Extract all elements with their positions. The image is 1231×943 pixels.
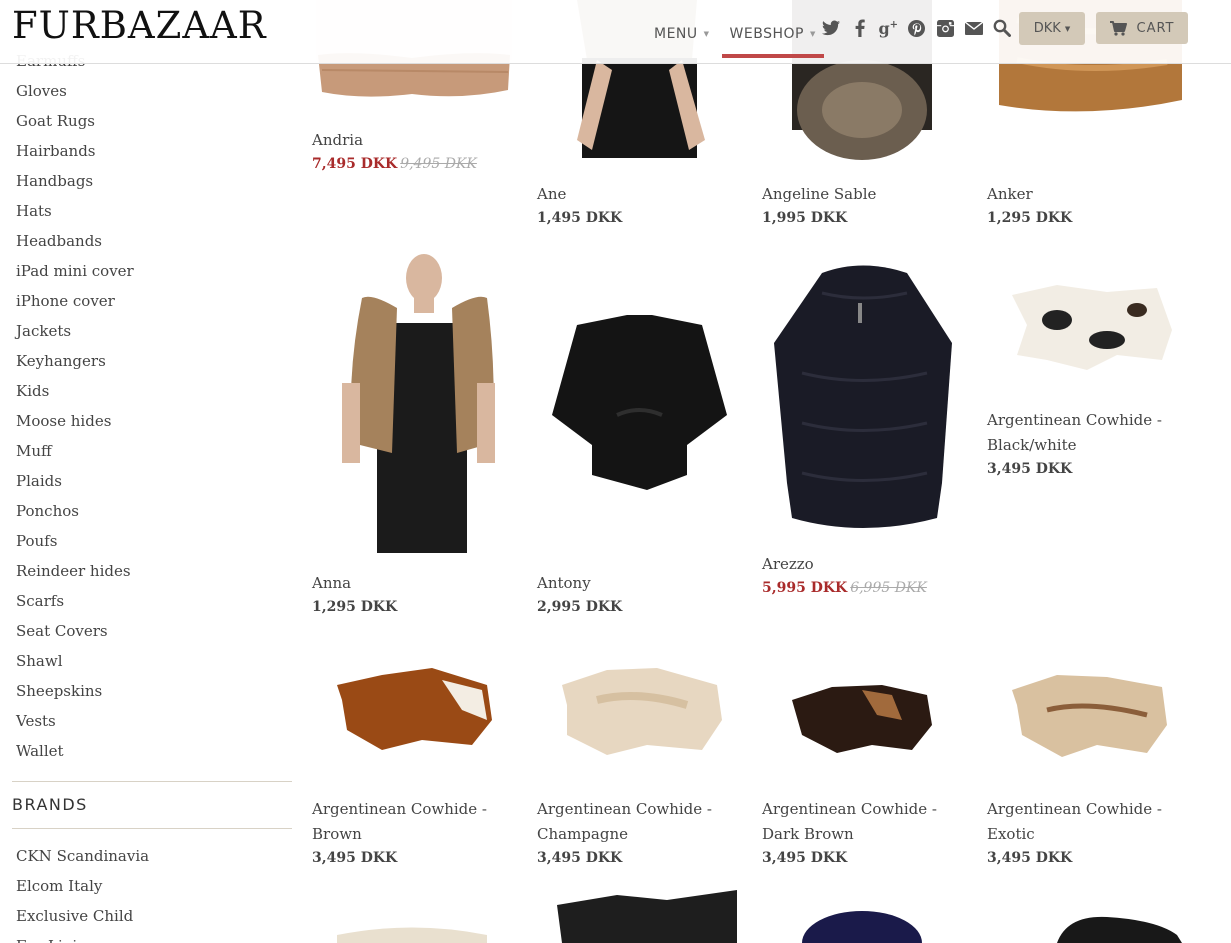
social-links: g+ (817, 18, 1017, 38)
product-price: 3,495 DKK (312, 850, 398, 866)
nav-menu-label: MENU (654, 26, 698, 42)
original-price: 6,995 DKK (850, 580, 927, 596)
category-link[interactable]: Goat Rugs (16, 106, 134, 136)
product-image[interactable] (987, 665, 1192, 765)
category-link[interactable]: Reindeer hides (16, 556, 134, 586)
mail-icon[interactable] (960, 18, 989, 38)
product-image[interactable] (537, 305, 742, 495)
product-name[interactable]: Argentinean Cowhide - Exotic (987, 797, 1197, 847)
category-link[interactable]: Poufs (16, 526, 134, 556)
sale-price: 5,995 DKK (762, 580, 848, 596)
brand-link[interactable]: Exclusive Child (16, 901, 149, 931)
currency-select[interactable]: DKK ▼ (1019, 12, 1085, 45)
instagram-icon[interactable] (931, 18, 960, 38)
sidebar: Earmuffs Gloves Goat Rugs Hairbands Hand… (0, 0, 300, 943)
cart-button[interactable]: CART (1096, 12, 1188, 44)
product-image[interactable] (762, 263, 967, 533)
category-link[interactable]: iPad mini cover (16, 256, 134, 286)
site-header: FURBAZAAR MENU ▼ WEBSHOP ▼ g+ DKK ▼ CART (0, 0, 1231, 64)
product-price: 1,995 DKK (762, 210, 848, 226)
product-name[interactable]: Anna (312, 571, 522, 596)
product-image[interactable] (312, 253, 517, 553)
category-link[interactable]: Moose hides (16, 406, 134, 436)
category-link[interactable]: Gloves (16, 76, 134, 106)
main-nav: MENU ▼ WEBSHOP ▼ (646, 0, 824, 64)
product-price: 1,295 DKK (987, 210, 1073, 226)
category-link[interactable]: Plaids (16, 466, 134, 496)
search-icon[interactable] (988, 18, 1017, 38)
pinterest-icon[interactable] (903, 18, 932, 38)
product-name[interactable]: Ane (537, 182, 747, 207)
category-link[interactable]: Shawl (16, 646, 134, 676)
category-link[interactable]: Vests (16, 706, 134, 736)
product-image[interactable] (987, 280, 1192, 380)
category-link[interactable]: Hats (16, 196, 134, 226)
category-link[interactable]: Scarfs (16, 586, 134, 616)
product-image[interactable] (762, 900, 967, 943)
product-name[interactable]: Argentinean Cowhide - Black/white (987, 408, 1197, 458)
caret-down-icon: ▼ (809, 30, 816, 38)
nav-menu[interactable]: MENU ▼ (646, 6, 718, 58)
nav-webshop[interactable]: WEBSHOP ▼ (721, 6, 824, 58)
category-link[interactable]: Handbags (16, 166, 134, 196)
brand-link[interactable]: CKN Scandinavia (16, 841, 149, 871)
product-price: 3,495 DKK (762, 850, 848, 866)
category-link[interactable]: Muff (16, 436, 134, 466)
caret-down-icon: ▼ (703, 30, 710, 38)
product-image[interactable] (762, 675, 967, 760)
category-link[interactable]: Kids (16, 376, 134, 406)
sidebar-divider (12, 781, 292, 782)
product-price: 1,295 DKK (312, 599, 398, 615)
category-link[interactable]: Seat Covers (16, 616, 134, 646)
product-price: 2,995 DKK (537, 599, 623, 615)
product-price: 7,495 DKK 9,495 DKK (312, 156, 477, 172)
product-name[interactable]: Argentinean Cowhide - Champagne (537, 797, 747, 847)
sidebar-divider (12, 828, 292, 829)
category-link[interactable]: Hairbands (16, 136, 134, 166)
product-image[interactable] (537, 660, 742, 760)
currency-value: DKK (1033, 21, 1061, 36)
product-name[interactable]: Antony (537, 571, 747, 596)
product-image[interactable] (312, 900, 517, 943)
google-plus-icon[interactable]: g+ (874, 18, 903, 38)
category-link[interactable]: Jackets (16, 316, 134, 346)
category-link[interactable]: Wallet (16, 736, 134, 766)
product-name[interactable]: Andria (312, 128, 522, 153)
sale-price: 7,495 DKK (312, 156, 398, 172)
product-image[interactable] (537, 890, 742, 943)
brand-list: CKN Scandinavia Elcom Italy Exclusive Ch… (16, 841, 149, 943)
category-link[interactable]: Headbands (16, 226, 134, 256)
product-name[interactable]: Argentinean Cowhide - Dark Brown (762, 797, 972, 847)
original-price: 9,495 DKK (400, 156, 477, 172)
product-price: 5,995 DKK 6,995 DKK (762, 580, 927, 596)
product-price: 3,495 DKK (987, 461, 1073, 477)
product-name[interactable]: Angeline Sable (762, 182, 972, 207)
category-link[interactable]: Keyhangers (16, 346, 134, 376)
category-link[interactable]: Sheepskins (16, 676, 134, 706)
category-list: Earmuffs Gloves Goat Rugs Hairbands Hand… (16, 46, 134, 766)
caret-down-icon: ▼ (1064, 24, 1071, 33)
brand-link[interactable]: Fur Lining (16, 931, 149, 943)
product-name[interactable]: Argentinean Cowhide - Brown (312, 797, 522, 847)
product-image[interactable] (312, 660, 517, 760)
brands-heading: BRANDS (12, 795, 88, 814)
twitter-icon[interactable] (817, 18, 846, 38)
product-name[interactable]: Arezzo (762, 552, 972, 577)
category-link[interactable]: iPhone cover (16, 286, 134, 316)
cart-icon (1109, 20, 1127, 36)
category-link[interactable]: Ponchos (16, 496, 134, 526)
product-price: 3,495 DKK (537, 850, 623, 866)
nav-webshop-label: WEBSHOP (729, 26, 804, 42)
product-name[interactable]: Anker (987, 182, 1197, 207)
product-image[interactable] (987, 895, 1192, 943)
product-price: 1,495 DKK (537, 210, 623, 226)
cart-label: CART (1136, 20, 1175, 36)
product-price: 3,495 DKK (987, 850, 1073, 866)
facebook-icon[interactable] (846, 18, 875, 38)
brand-link[interactable]: Elcom Italy (16, 871, 149, 901)
site-logo[interactable]: FURBAZAAR (12, 4, 267, 48)
